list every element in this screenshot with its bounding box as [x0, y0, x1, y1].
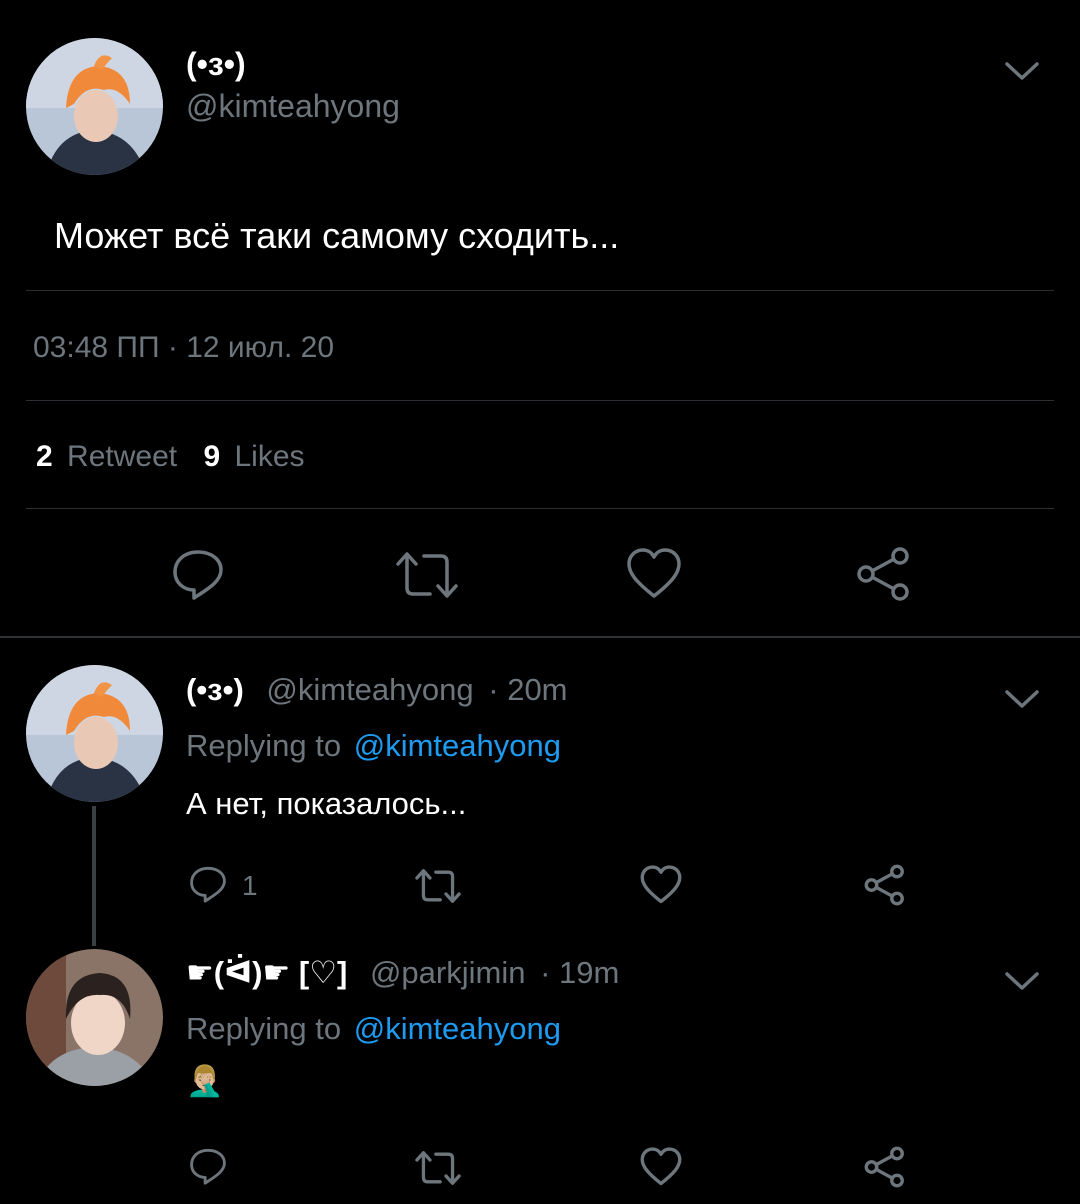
replying-to: Replying to @kimteahyong [186, 1011, 561, 1047]
reply-header: (•з•) @kimteahyong · 20m [186, 672, 568, 708]
retweet-icon[interactable] [414, 866, 462, 906]
divider [26, 400, 1054, 401]
reply-icon[interactable] [170, 546, 226, 602]
reply-icon[interactable] [188, 1146, 228, 1186]
retweet-icon[interactable] [394, 548, 460, 602]
retweet-count[interactable]: 2 [36, 440, 53, 473]
reply-time: · 20m [488, 672, 568, 707]
retweet-icon[interactable] [414, 1148, 462, 1188]
display-name[interactable]: (•з•) [186, 672, 244, 707]
tweet-text: Может всё таки самому сходить... [54, 215, 620, 256]
section-divider [0, 636, 1080, 638]
handle[interactable]: @kimteahyong [266, 672, 473, 707]
display-name[interactable]: ☛(ᐛ)☛ [♡] [186, 955, 347, 990]
like-label[interactable]: Likes [234, 440, 304, 473]
handle[interactable]: @kimteahyong [186, 88, 400, 125]
avatar[interactable] [26, 665, 163, 802]
chevron-down-icon[interactable] [1002, 966, 1042, 996]
reply-header: ☛(ᐛ)☛ [♡] @parkjimin · 19m [186, 955, 619, 991]
like-icon[interactable] [640, 1146, 682, 1188]
tweet-timestamp: 03:48 ПП · 12 июл. 20 [33, 331, 335, 364]
reply-text: А нет, показалось... [186, 786, 467, 821]
share-icon[interactable] [856, 546, 912, 602]
reply-icon[interactable] [188, 864, 228, 904]
handle[interactable]: @parkjimin [370, 955, 526, 990]
divider [26, 508, 1054, 509]
like-count[interactable]: 9 [203, 440, 220, 473]
retweet-label[interactable]: Retweet [67, 440, 177, 473]
thread-line [92, 806, 96, 946]
reply-emoji: 🤦🏼‍♂️ [186, 1065, 224, 1098]
replying-to-link[interactable]: @kimteahyong [354, 1011, 561, 1046]
chevron-down-icon[interactable] [1002, 684, 1042, 714]
avatar-orange-hair-icon [26, 665, 163, 802]
tweet-stats: 2 Retweet 9 Likes [36, 440, 305, 474]
divider [26, 290, 1054, 291]
reply-count: 1 [242, 870, 258, 901]
chevron-down-icon[interactable] [1002, 56, 1042, 86]
avatar-orange-hair-icon [26, 38, 163, 175]
replying-to: Replying to @kimteahyong [186, 728, 561, 764]
avatar[interactable] [26, 38, 163, 175]
like-icon[interactable] [626, 546, 682, 602]
like-icon[interactable] [640, 864, 682, 906]
replying-prefix: Replying to [186, 1011, 342, 1046]
reply-time: · 19m [540, 955, 620, 990]
avatar[interactable] [26, 949, 163, 1086]
replying-prefix: Replying to [186, 728, 342, 763]
avatar-dark-hair-icon [26, 949, 163, 1086]
display-name[interactable]: (•з•) [186, 46, 246, 83]
share-icon[interactable] [864, 864, 906, 906]
share-icon[interactable] [864, 1146, 906, 1188]
replying-to-link[interactable]: @kimteahyong [354, 728, 561, 763]
